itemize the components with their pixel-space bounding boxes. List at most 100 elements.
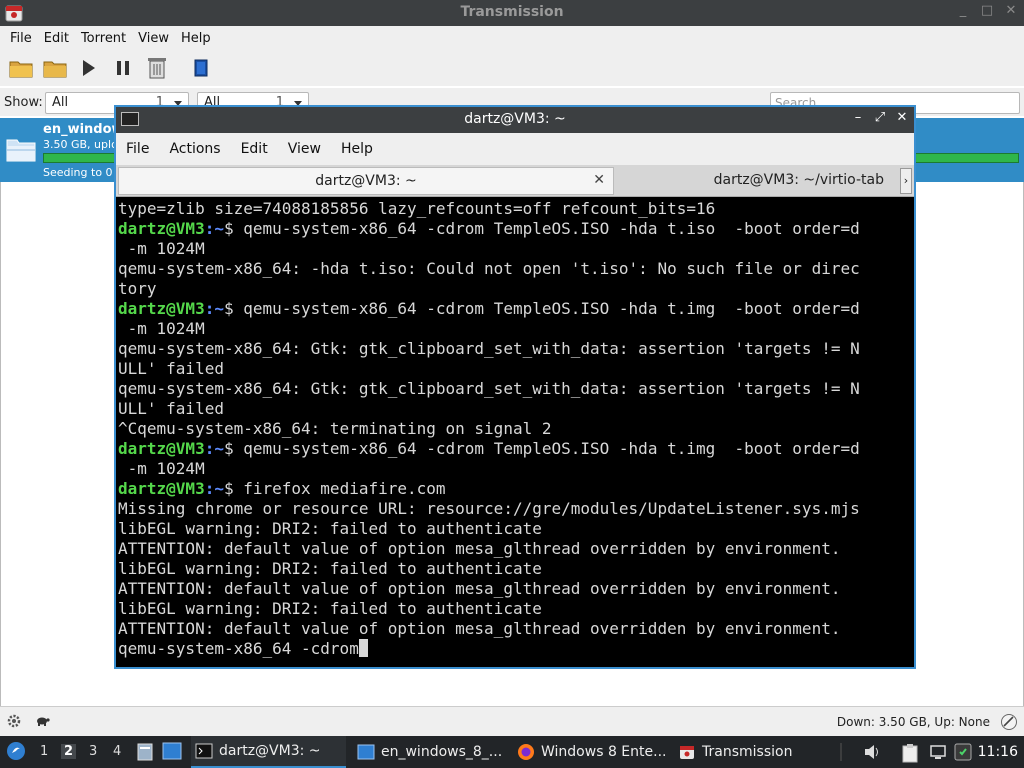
pause-icon[interactable] [110, 55, 136, 81]
gear-icon[interactable] [6, 713, 22, 733]
maximize-button[interactable]: ⤢ [874, 110, 886, 125]
tab-label: dartz@VM3: ~/virtio-tab [713, 172, 884, 188]
close-button[interactable]: ✕ [1004, 3, 1018, 18]
tab-home[interactable]: dartz@VM3: ~ ✕ [118, 167, 614, 195]
menu-help[interactable]: Help [175, 31, 217, 46]
terminal-line: ATTENTION: default value of option mesa_… [118, 539, 914, 559]
terminal-menubar: File Actions Edit View Help [116, 133, 914, 165]
output-text: Missing chrome or resource URL: resource… [118, 499, 860, 518]
task-label: Transmission [702, 744, 793, 760]
transfer-speed: Down: 3.50 GB, Up: None [836, 715, 990, 729]
terminal-output[interactable]: type=zlib size=74088185856 lazy_refcount… [118, 199, 914, 665]
prompt-user: dartz@VM3 [118, 479, 205, 498]
volume-icon[interactable] [863, 743, 881, 765]
prompt-symbol: $ [223, 479, 244, 498]
prompt-user: dartz@VM3 [118, 299, 205, 318]
task-transmission[interactable]: Transmission [674, 736, 824, 768]
menu-edit[interactable]: Edit [38, 31, 75, 46]
prompt-path: :~ [204, 479, 224, 498]
terminal-line: dartz@VM3:~$ firefox mediafire.com [118, 479, 914, 499]
command-text: qemu-system-x86_64 -cdrom TempleOS.ISO -… [243, 299, 860, 318]
taskbar: 1 2 3 4 dartz@VM3: ~ en_windows_8_... Wi… [0, 736, 1024, 768]
tab-scroll-right-button[interactable]: › [900, 168, 912, 194]
task-label: en_windows_8_... [381, 744, 503, 760]
terminal-line: ULL' failed [118, 399, 914, 419]
maximize-button[interactable]: □ [980, 3, 994, 18]
output-text: -m 1024M [118, 319, 205, 338]
workspace-1[interactable]: 1 [40, 744, 48, 759]
prompt-symbol: $ [223, 439, 244, 458]
output-text: qemu-system-x86_64: Gtk: gtk_clipboard_s… [118, 339, 860, 358]
menu-file[interactable]: File [118, 141, 157, 157]
turtle-icon[interactable] [34, 713, 50, 731]
output-text: ATTENTION: default value of option mesa_… [118, 539, 841, 558]
tab-label: dartz@VM3: ~ [315, 173, 417, 189]
clock: 11:16 [977, 744, 1018, 760]
terminal-titlebar[interactable]: dartz@VM3: ~ – ⤢ ✕ [116, 107, 914, 133]
transmission-titlebar[interactable]: Transmission _ □ ✕ [0, 0, 1024, 26]
terminal-line: libEGL warning: DRI2: failed to authenti… [118, 599, 914, 619]
properties-icon[interactable] [188, 55, 214, 81]
text-cursor [358, 639, 368, 657]
close-button[interactable]: ✕ [896, 110, 908, 125]
start-menu-icon[interactable] [6, 741, 26, 765]
minimize-button[interactable]: _ [956, 3, 970, 18]
task-terminal[interactable]: dartz@VM3: ~ [191, 736, 346, 768]
output-text: libEGL warning: DRI2: failed to authenti… [118, 559, 542, 578]
current-input: qemu-system-x86_64 -cdrom [118, 639, 359, 658]
torrent-size: 3.50 GB, uplo [43, 138, 118, 151]
start-icon[interactable] [76, 55, 102, 81]
clipboard-icon[interactable] [901, 743, 919, 767]
terminal-line: qemu-system-x86_64: Gtk: gtk_clipboard_s… [118, 379, 914, 399]
prompt-path: :~ [204, 299, 224, 318]
task-firefox[interactable]: Windows 8 Ente... [513, 736, 671, 768]
terminal-line: dartz@VM3:~$ qemu-system-x86_64 -cdrom T… [118, 219, 914, 239]
menu-torrent[interactable]: Torrent [75, 31, 132, 46]
prompt-path: :~ [204, 219, 224, 238]
torrent-name: en_window [43, 122, 124, 137]
remove-icon[interactable] [144, 55, 170, 81]
menu-actions[interactable]: Actions [161, 141, 228, 157]
terminal-line: dartz@VM3:~$ qemu-system-x86_64 -cdrom T… [118, 299, 914, 319]
update-notifier-icon[interactable] [954, 743, 972, 765]
terminal-line: libEGL warning: DRI2: failed to authenti… [118, 519, 914, 539]
output-text: ULL' failed [118, 399, 224, 418]
open-url-icon[interactable] [42, 55, 68, 81]
terminal-line: ^Cqemu-system-x86_64: terminating on sig… [118, 419, 914, 439]
menu-file[interactable]: File [4, 31, 38, 46]
prompt-symbol: $ [223, 299, 244, 318]
tab-virtio[interactable]: dartz@VM3: ~/virtio-tab [616, 167, 900, 195]
show-label: Show: [4, 95, 43, 110]
firefox-icon [518, 744, 534, 760]
output-text: ATTENTION: default value of option mesa_… [118, 619, 841, 638]
terminal-line: qemu-system-x86_64: Gtk: gtk_clipboard_s… [118, 339, 914, 359]
terminal-line: ATTENTION: default value of option mesa_… [118, 619, 914, 639]
terminal-line: dartz@VM3:~$ qemu-system-x86_64 -cdrom T… [118, 439, 914, 459]
output-text: -m 1024M [118, 459, 205, 478]
terminal-window[interactable]: dartz@VM3: ~ – ⤢ ✕ File Actions Edit Vie… [114, 105, 916, 669]
command-text: firefox mediafire.com [243, 479, 446, 498]
workspace-2[interactable]: 2 [61, 744, 77, 759]
ratio-icon[interactable] [1000, 713, 1018, 735]
output-text: tory [118, 279, 157, 298]
menu-view[interactable]: View [132, 31, 175, 46]
network-icon[interactable] [929, 743, 947, 765]
show-desktop-icon[interactable] [162, 742, 182, 764]
minimize-button[interactable]: – [852, 110, 864, 125]
menu-edit[interactable]: Edit [233, 141, 276, 157]
transmission-menubar: File Edit Torrent View Help [0, 26, 1024, 50]
menu-help[interactable]: Help [333, 141, 381, 157]
separator [838, 743, 844, 765]
output-text: libEGL warning: DRI2: failed to authenti… [118, 519, 542, 538]
task-file-manager[interactable]: en_windows_8_... [353, 736, 509, 768]
prompt-symbol: $ [223, 219, 244, 238]
close-icon[interactable]: ✕ [593, 172, 605, 188]
workspace-3[interactable]: 3 [89, 744, 97, 759]
workspace-4[interactable]: 4 [113, 744, 121, 759]
window-title: Transmission [460, 4, 564, 20]
menu-view[interactable]: View [280, 141, 329, 157]
open-folder-icon[interactable] [8, 55, 34, 81]
prompt-user: dartz@VM3 [118, 439, 205, 458]
folder-icon [357, 744, 375, 760]
file-manager-launcher-icon[interactable] [136, 742, 154, 766]
